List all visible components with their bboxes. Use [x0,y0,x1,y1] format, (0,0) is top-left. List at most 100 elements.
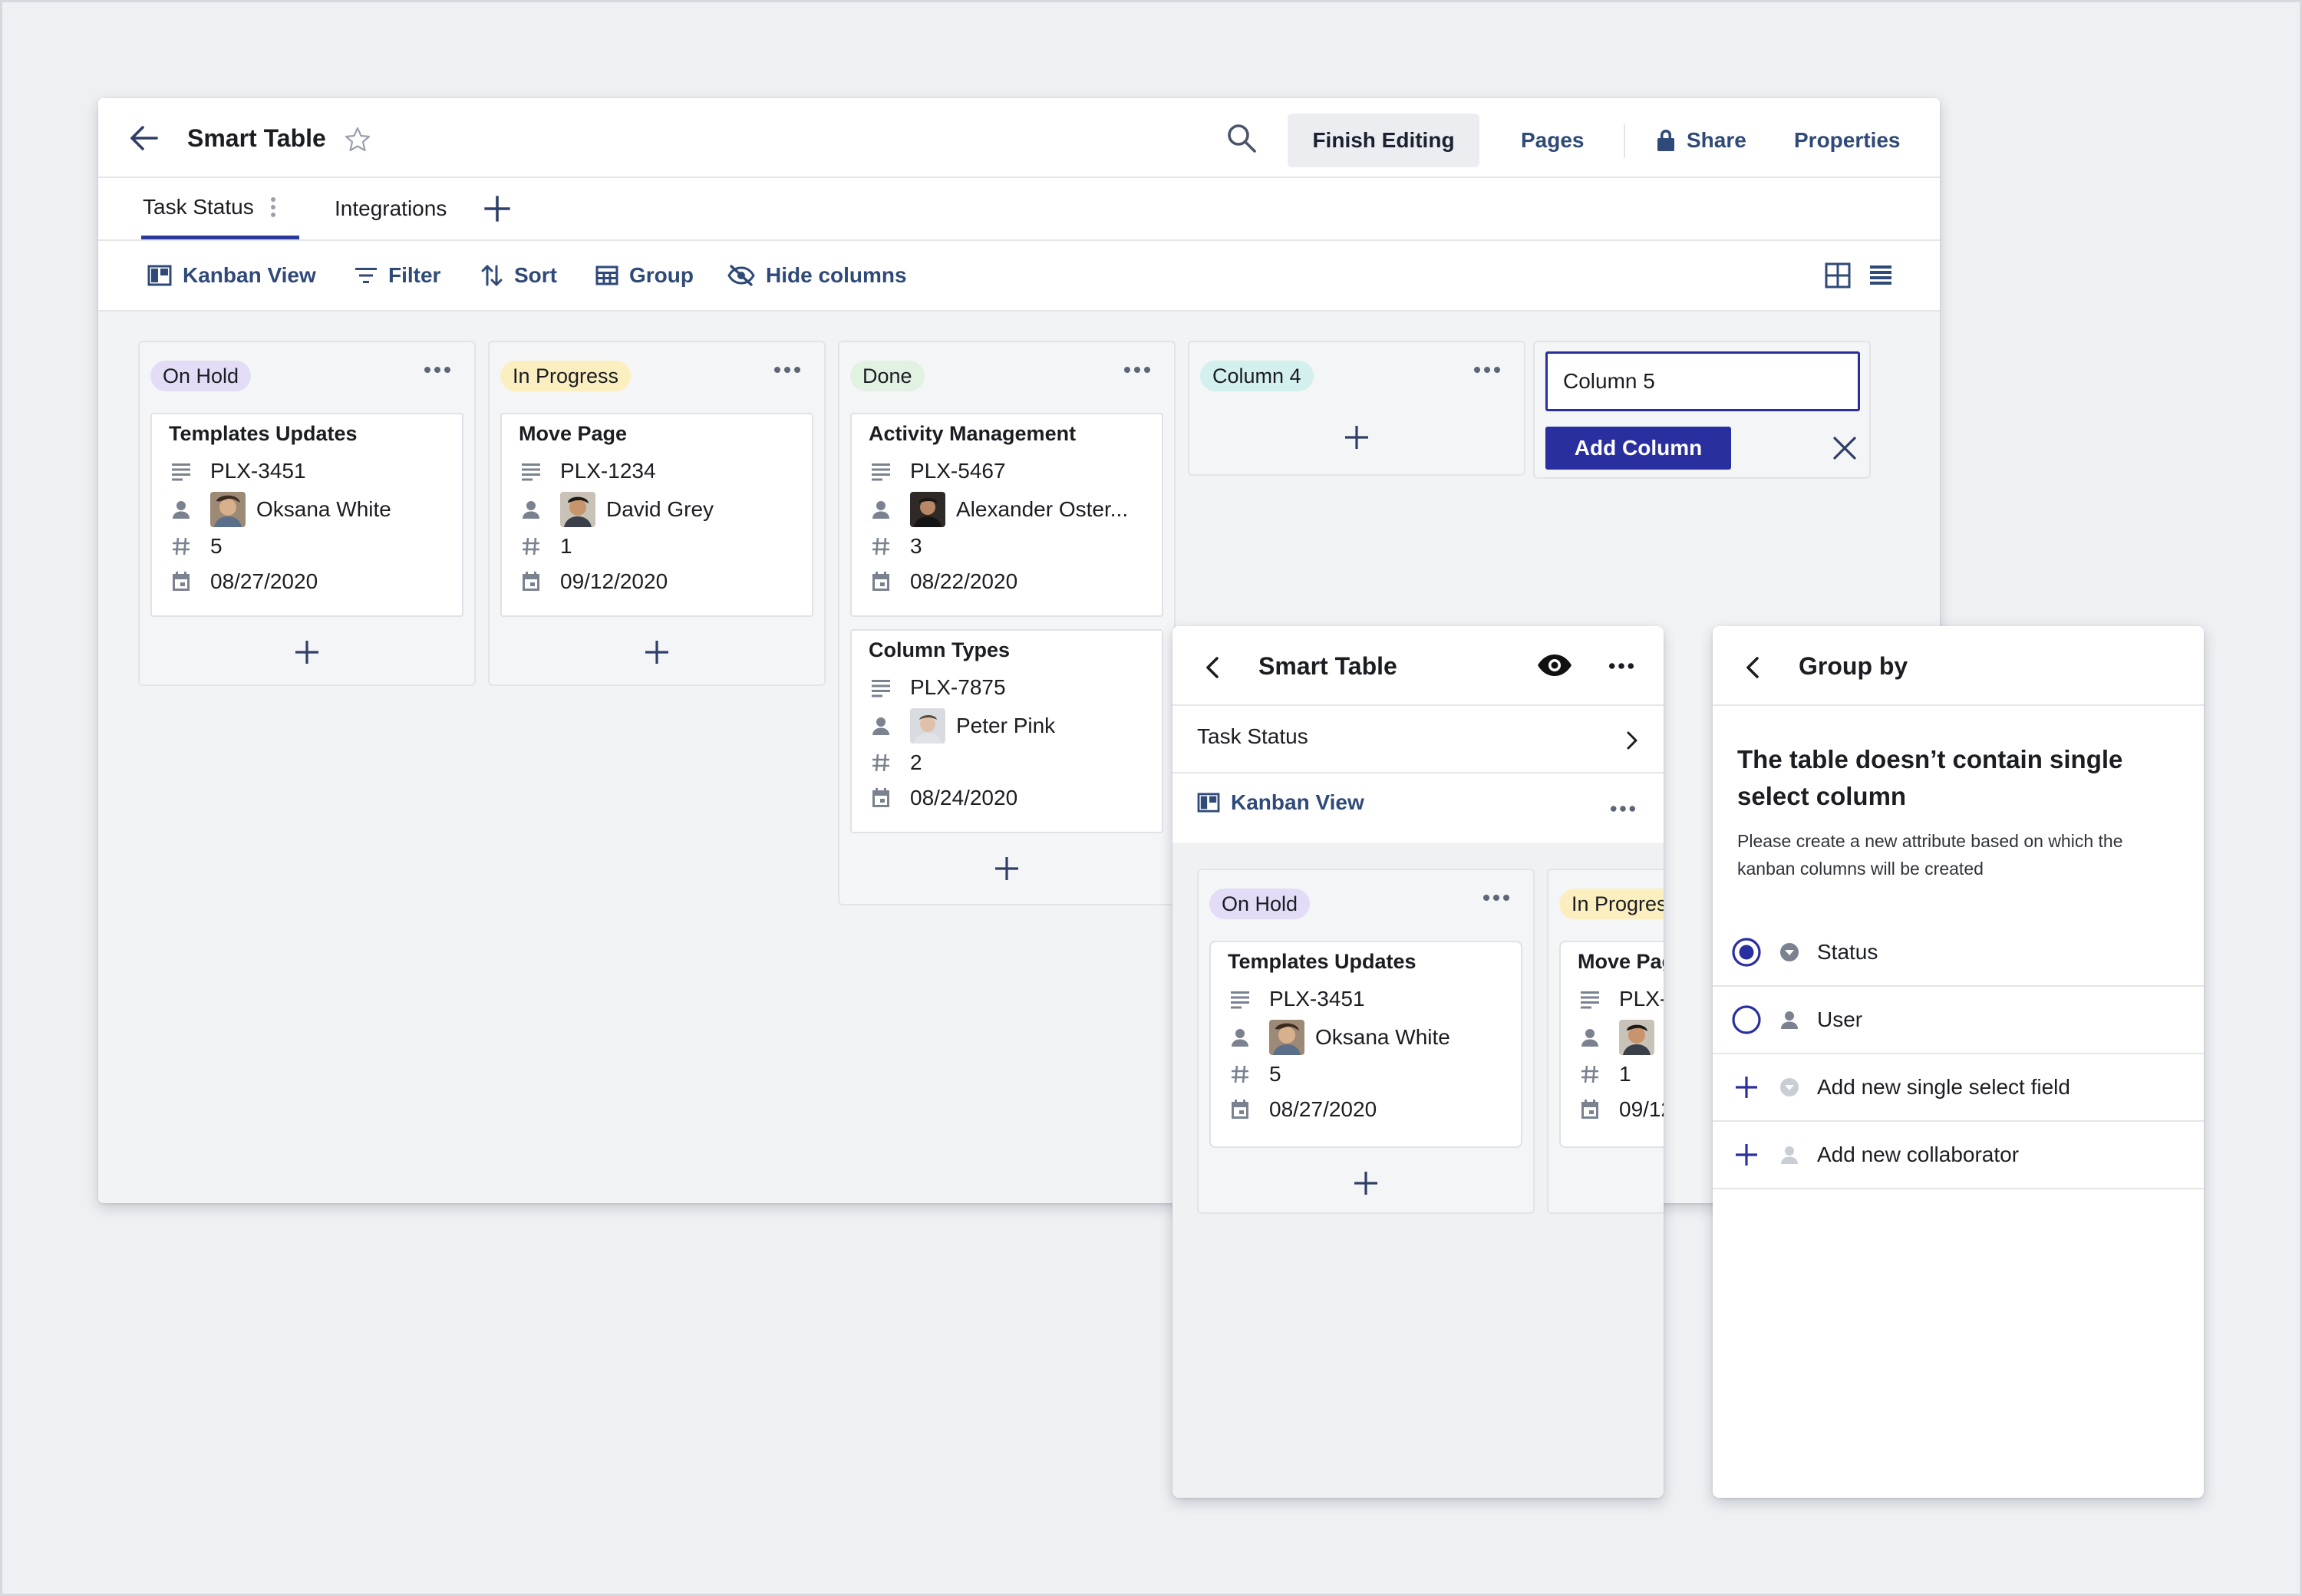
add-single-select-field[interactable]: Add new single select field [1713,1054,2204,1122]
pages-button[interactable]: Pages [1521,114,1585,167]
kanban-column-done: Done Activity Management PLX-5467 Alexan… [838,341,1176,905]
text-lines-icon [1229,988,1251,1010]
kebab-menu-icon[interactable] [269,196,277,219]
add-column-button[interactable]: Add Column [1545,427,1731,470]
radio-selected-icon[interactable] [1731,937,1762,968]
close-icon[interactable] [1831,434,1858,462]
card-title: Column Types [869,638,1011,661]
eye-icon[interactable] [1536,652,1573,678]
table-name: Task Status [1197,724,1308,748]
group-by-panel: Group by The table doesn’t contain singl… [1713,626,2204,1498]
calendar-icon [870,571,892,592]
text-lines-icon [870,677,892,698]
lock-icon [1657,130,1674,151]
more-options-icon[interactable] [773,365,801,374]
status-tag: Column 4 [1200,361,1314,391]
top-bar: Smart Table Finish Editing Pages Share P… [98,98,1940,178]
kanban-column-in-progress: In Progress Move Page PLX-1234 1 09/12/2… [1547,869,1664,1214]
group-option-user[interactable]: User [1713,987,2204,1054]
hide-columns-button[interactable]: Hide columns [727,241,907,310]
add-card-plus-icon[interactable] [1343,424,1370,451]
more-options-icon[interactable] [1608,661,1634,671]
add-card-plus-icon[interactable] [993,855,1021,882]
calendar-icon [170,571,192,592]
option-label: Add new collaborator [1817,1143,2020,1166]
add-card-plus-icon[interactable] [643,638,671,666]
chevron-right-icon [1627,731,1637,750]
tab-integrations[interactable]: Integrations [335,178,447,239]
card-date: 08/27/2020 [210,569,318,593]
kanban-icon [147,265,172,286]
list-view-icon[interactable] [1868,262,1894,289]
back-chevron-icon[interactable] [1202,655,1223,680]
card-user: David Grey [606,497,714,521]
back-arrow-icon[interactable] [127,123,161,153]
search-icon[interactable] [1225,121,1258,155]
text-lines-icon [170,460,192,482]
task-card[interactable]: Activity Management PLX-5467 Alexander O… [850,413,1163,617]
group-option-status[interactable]: Status [1713,919,2204,987]
properties-button[interactable]: Properties [1794,114,1901,167]
add-collaborator[interactable]: Add new collaborator [1713,1122,2204,1189]
more-options-icon[interactable] [424,365,451,374]
task-card[interactable]: Move Page PLX-1234 David Grey 1 09/12/20… [500,413,813,617]
tab-label: Task Status [143,194,254,219]
single-select-icon [1780,1078,1799,1096]
card-date: 08/22/2020 [910,569,1018,593]
column-name-input[interactable] [1545,351,1860,411]
user-icon [1779,1009,1800,1030]
user-icon [1579,1027,1601,1048]
more-options-icon[interactable] [1123,365,1151,374]
task-card[interactable]: Templates Updates PLX-3451 Oksana White … [150,413,463,617]
card-title: Templates Updates [1228,950,1416,973]
card-number: 1 [560,534,572,558]
add-card-plus-icon[interactable] [1352,1169,1380,1197]
user-icon [1229,1027,1251,1048]
avatar [1269,1020,1304,1055]
empty-state-heading: The table doesn’t contain single select … [1737,745,2123,810]
tab-task-status[interactable]: Task Status [141,178,299,239]
task-card[interactable]: Move Page PLX-1234 1 09/12/2020 [1559,941,1664,1148]
card-id: PLX-3451 [1269,987,1365,1011]
kanban-view-label: Kanban View [183,263,316,287]
back-chevron-icon[interactable] [1742,655,1763,680]
card-number: 3 [910,534,922,558]
kanban-view-button[interactable]: Kanban View [147,241,316,310]
radio-unselected-icon[interactable] [1731,1004,1762,1035]
task-card[interactable]: Column Types PLX-7875 Peter Pink 2 08/24… [850,629,1163,833]
eye-off-icon [727,265,755,286]
sort-label: Sort [514,263,557,287]
filter-button[interactable]: Filter [355,241,440,310]
avatar [210,492,246,527]
new-column-form: Add Column [1533,341,1871,479]
group-label: Group [629,263,694,287]
option-label: Status [1817,940,1878,964]
share-button[interactable]: Share [1656,114,1746,167]
more-options-icon[interactable] [1473,365,1501,374]
hash-icon [1579,1063,1601,1085]
status-tag: On Hold [150,361,252,391]
sort-button[interactable]: Sort [480,241,557,310]
card-user: Oksana White [256,497,391,521]
task-card[interactable]: Templates Updates PLX-3451 Oksana White … [1209,941,1522,1148]
view-selector-row[interactable]: Kanban View [1172,773,1664,843]
view-tabs: Task Status Integrations [98,178,1940,241]
star-icon[interactable] [344,126,371,153]
more-options-icon[interactable] [1610,804,1636,813]
user-icon [870,715,892,737]
kanban-column-on-hold: On Hold Templates Updates PLX-3451 Oksan… [138,341,476,686]
finish-editing-button[interactable]: Finish Editing [1288,114,1479,167]
text-lines-icon [870,460,892,482]
hide-columns-label: Hide columns [766,263,907,287]
grid-view-icon[interactable] [1825,262,1851,289]
add-tab-plus-icon[interactable] [482,193,513,224]
group-button[interactable]: Group [595,241,694,310]
card-user: Alexander Oster... [956,497,1129,521]
more-options-icon[interactable] [1482,893,1510,902]
kanban-view-button[interactable]: Kanban View [1197,790,1364,815]
table-selector-row[interactable]: Task Status [1172,706,1664,773]
kanban-column-4: Column 4 [1188,341,1525,476]
add-card-plus-icon[interactable] [293,638,321,666]
single-select-icon [1780,943,1799,961]
card-user: Peter Pink [956,714,1056,737]
